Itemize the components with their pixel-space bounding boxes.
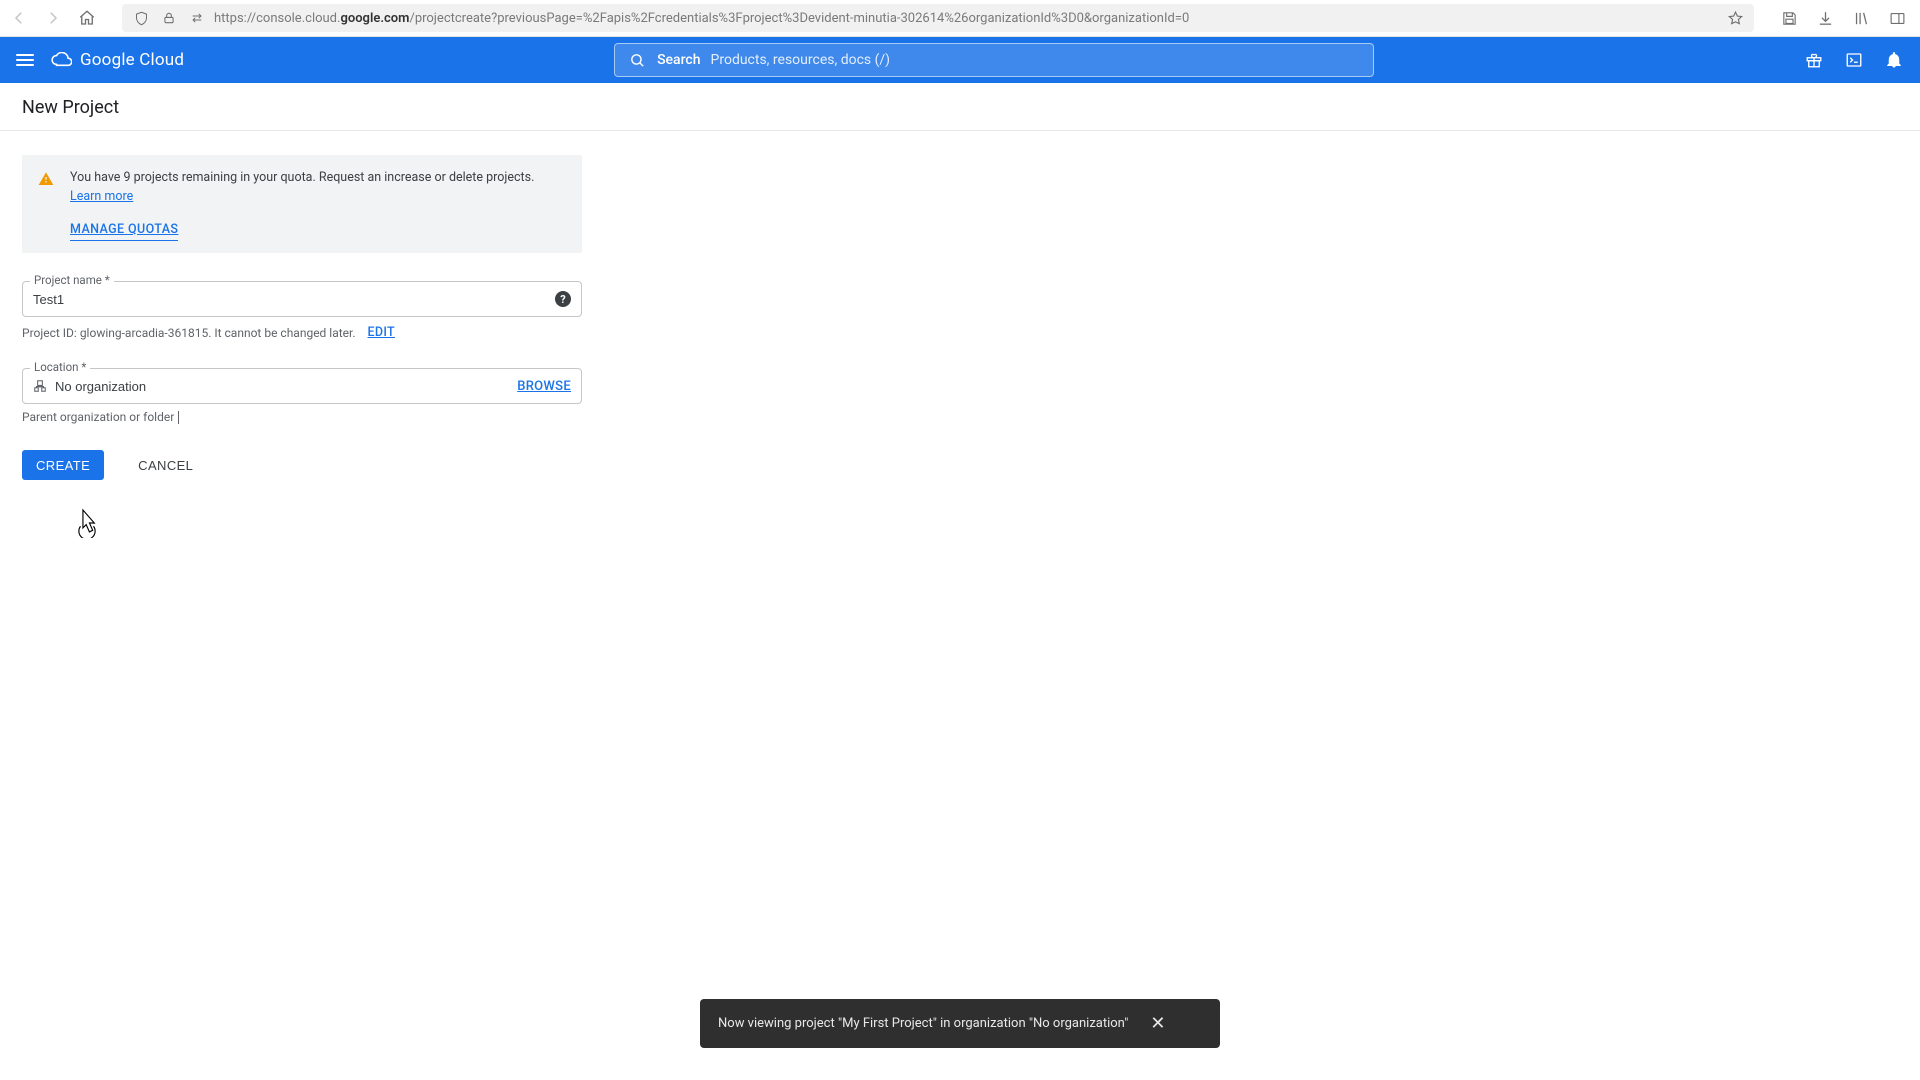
url-text: https://console.cloud.google.com/project… bbox=[214, 11, 1718, 26]
brand-text: Google Cloud bbox=[80, 50, 184, 70]
close-icon[interactable]: ✕ bbox=[1150, 1013, 1165, 1034]
brand-logo[interactable]: Google Cloud bbox=[50, 50, 184, 70]
browser-right-icons bbox=[1780, 9, 1906, 27]
star-icon[interactable] bbox=[1726, 9, 1744, 27]
cancel-button[interactable]: CANCEL bbox=[124, 450, 207, 480]
cloud-icon bbox=[50, 52, 72, 68]
manage-quotas-link[interactable]: MANAGE QUOTAS bbox=[70, 221, 178, 242]
url-bar[interactable]: ⇄ https://console.cloud.google.com/proje… bbox=[122, 4, 1754, 32]
permissions-icon[interactable]: ⇄ bbox=[188, 9, 206, 27]
terminal-icon[interactable] bbox=[1844, 50, 1864, 70]
save-icon[interactable] bbox=[1780, 9, 1798, 27]
browser-toolbar: ⇄ https://console.cloud.google.com/proje… bbox=[0, 0, 1920, 37]
forward-icon[interactable] bbox=[44, 9, 62, 27]
help-icon[interactable]: ? bbox=[555, 291, 571, 307]
project-name-label: Project name * bbox=[30, 273, 114, 287]
location-input[interactable] bbox=[55, 379, 509, 394]
quota-alert: You have 9 projects remaining in your qu… bbox=[22, 155, 582, 253]
gift-icon[interactable] bbox=[1804, 50, 1824, 70]
caret-icon bbox=[178, 411, 179, 424]
button-row: CREATE CANCEL bbox=[22, 450, 598, 480]
project-name-input[interactable] bbox=[33, 292, 547, 307]
project-name-field-wrap: Project name * ? Project ID: glowing-arc… bbox=[22, 281, 582, 340]
edit-project-id-link[interactable]: EDIT bbox=[368, 325, 395, 340]
bell-icon[interactable] bbox=[1884, 50, 1904, 70]
url-security-icons: ⇄ bbox=[132, 9, 206, 27]
organization-icon bbox=[33, 379, 47, 393]
location-field-wrap: Location * BROWSE Parent organization or… bbox=[22, 368, 582, 424]
shield-icon bbox=[132, 9, 150, 27]
header-action-icons bbox=[1804, 50, 1904, 70]
app-header: Google Cloud Search Products, resources,… bbox=[0, 37, 1920, 83]
cursor-icon bbox=[74, 508, 98, 536]
download-icon[interactable] bbox=[1816, 9, 1834, 27]
page-title: New Project bbox=[0, 83, 1920, 131]
menu-icon[interactable] bbox=[16, 54, 34, 66]
location-helper: Parent organization or folder bbox=[22, 410, 174, 424]
lock-icon bbox=[160, 9, 178, 27]
search-placeholder: Products, resources, docs (/) bbox=[711, 52, 891, 68]
browse-button[interactable]: BROWSE bbox=[517, 379, 571, 394]
search-label: Search bbox=[657, 52, 700, 68]
location-label: Location * bbox=[30, 360, 90, 374]
search-box[interactable]: Search Products, resources, docs (/) bbox=[614, 43, 1374, 77]
learn-more-link[interactable]: Learn more bbox=[70, 189, 133, 204]
content: You have 9 projects remaining in your qu… bbox=[0, 131, 620, 504]
create-button[interactable]: CREATE bbox=[22, 450, 104, 480]
toast: Now viewing project "My First Project" i… bbox=[700, 999, 1220, 1048]
project-id-text: Project ID: glowing-arcadia-361815. It c… bbox=[22, 326, 356, 340]
toast-message: Now viewing project "My First Project" i… bbox=[718, 1016, 1128, 1031]
search-icon bbox=[627, 50, 647, 70]
home-icon[interactable] bbox=[78, 9, 96, 27]
nav-icons bbox=[10, 9, 96, 27]
back-icon[interactable] bbox=[10, 9, 28, 27]
sidebar-toggle-icon[interactable] bbox=[1888, 9, 1906, 27]
library-icon[interactable] bbox=[1852, 9, 1870, 27]
alert-text: You have 9 projects remaining in your qu… bbox=[70, 170, 534, 185]
warning-icon bbox=[38, 171, 54, 241]
